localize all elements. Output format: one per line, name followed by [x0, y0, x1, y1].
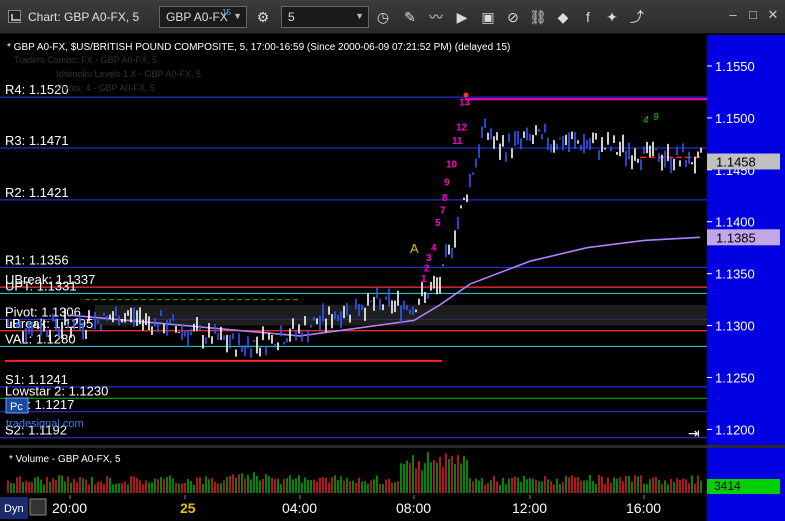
window-title: Chart: GBP A0-FX, 5 [28, 10, 140, 24]
ma-price-value: 1.1385 [716, 230, 756, 245]
last-price-value: 1.1458 [716, 155, 756, 170]
td-count: 2 [424, 264, 430, 275]
symbol-delay-sup: 15 [222, 8, 231, 17]
dyn-label: Dyn [4, 503, 24, 515]
level-label: R1: 1.1356 [5, 252, 69, 267]
td-count: 1 [421, 274, 427, 285]
level-label: UPT: 1.1331 [5, 278, 77, 293]
x-tick-label: 16:00 [626, 500, 661, 516]
count-top: 13 [459, 97, 471, 108]
twitter-icon[interactable]: ✦ [602, 7, 622, 27]
play-icon[interactable]: ▶ [452, 7, 472, 27]
symbol-value: GBP A0-FX [166, 10, 228, 24]
marker-a: A [410, 241, 419, 256]
scroll-to-end-icon[interactable]: ⇥ [688, 425, 700, 441]
y-tick-label: 1.1550 [715, 59, 755, 74]
chart-app-icon [8, 10, 21, 23]
no-icon[interactable]: ⊘ [503, 7, 523, 27]
x-tick-label: 25 [180, 500, 196, 516]
doc-icon[interactable]: ▣ [478, 7, 498, 27]
td-count: 8 [442, 193, 448, 204]
title-bar: Chart: GBP A0-FX, 5 GBP A0-FX 15 ▼ ⚙ 5 ▼… [0, 0, 785, 34]
td-count: 7 [440, 205, 446, 216]
x-axis-bg [0, 495, 707, 521]
symbol-selector[interactable]: GBP A0-FX 15 ▼ [159, 6, 247, 28]
y-tick-label: 1.1300 [715, 319, 755, 334]
x-tick-label: 20:00 [52, 500, 87, 516]
chevron-down-icon[interactable]: ▼ [355, 11, 364, 21]
interval-selector[interactable]: 5 ▼ [281, 6, 369, 28]
td-count: 12 [456, 122, 468, 133]
share-icon[interactable]: ⤴ [627, 7, 647, 27]
chart-header: * GBP A0-FX, $US/BRITISH POUND COMPOSITE… [7, 42, 510, 53]
link-icon[interactable]: ⛓ [528, 7, 548, 27]
indicator-line-2: Ichimoku Levels 1.X - GBP A0-FX, 5 [56, 69, 201, 79]
td-count: 4 [431, 243, 437, 254]
indicator-line-1: Traders Combo: FX - GBP A0-FX, 5 [14, 55, 157, 65]
facebook-icon[interactable]: f [578, 7, 598, 27]
close-button[interactable]: ✕ [764, 6, 782, 24]
level-label: R3: 1.1471 [5, 133, 69, 148]
chart-area[interactable]: R4: 1.1520 R3: 1.1471 R2: 1.1421 R1: 1.1356… [0, 35, 785, 521]
x-tick-label: 04:00 [282, 500, 317, 516]
maximize-button[interactable]: □ [744, 6, 762, 24]
indicator-line-3: Pivots: 4 - GBP A0-FX, 5 [56, 83, 155, 93]
diamond-icon[interactable]: ◆ [553, 7, 573, 27]
y-tick-label: 1.1250 [715, 371, 755, 386]
y-tick-label: 1.1500 [715, 111, 755, 126]
td-count: 11 [452, 136, 463, 147]
top-dot [463, 92, 469, 98]
interval-value: 5 [288, 10, 295, 24]
pane-divider[interactable] [0, 445, 785, 448]
gear-icon[interactable]: ⚙ [253, 7, 273, 27]
chevron-down-icon[interactable]: ▼ [233, 11, 242, 21]
y-tick-label: 1.1200 [715, 422, 755, 437]
lock-icon[interactable] [29, 498, 47, 516]
pencil-icon[interactable]: ✎ [400, 7, 420, 27]
volume-last-value: 3414 [714, 479, 741, 493]
line-icon[interactable]: 〰 [426, 7, 446, 27]
minimize-button[interactable]: – [724, 6, 742, 24]
y-tick-label: 1.1350 [715, 267, 755, 282]
green-count: 9 [653, 112, 659, 123]
site-link[interactable]: tradesignal.com [6, 418, 84, 430]
clock-icon[interactable]: ◷ [373, 7, 393, 27]
x-tick-label: 08:00 [396, 500, 431, 516]
td-count: 3 [426, 253, 432, 264]
level-label: R2: 1.1421 [5, 185, 69, 200]
green-count: 4 [643, 115, 649, 126]
pc-label: Pc [10, 401, 23, 413]
x-tick-label: 12:00 [512, 500, 547, 516]
y-tick-label: 1.1400 [715, 215, 755, 230]
td-count: 5 [435, 218, 441, 229]
price-chart[interactable]: R4: 1.1520R3: 1.1471R2: 1.1421R1: 1.1356… [0, 35, 785, 521]
td-count: 9 [444, 177, 450, 188]
td-count: 10 [446, 160, 458, 171]
volume-header: * Volume - GBP A0-FX, 5 [9, 454, 121, 465]
